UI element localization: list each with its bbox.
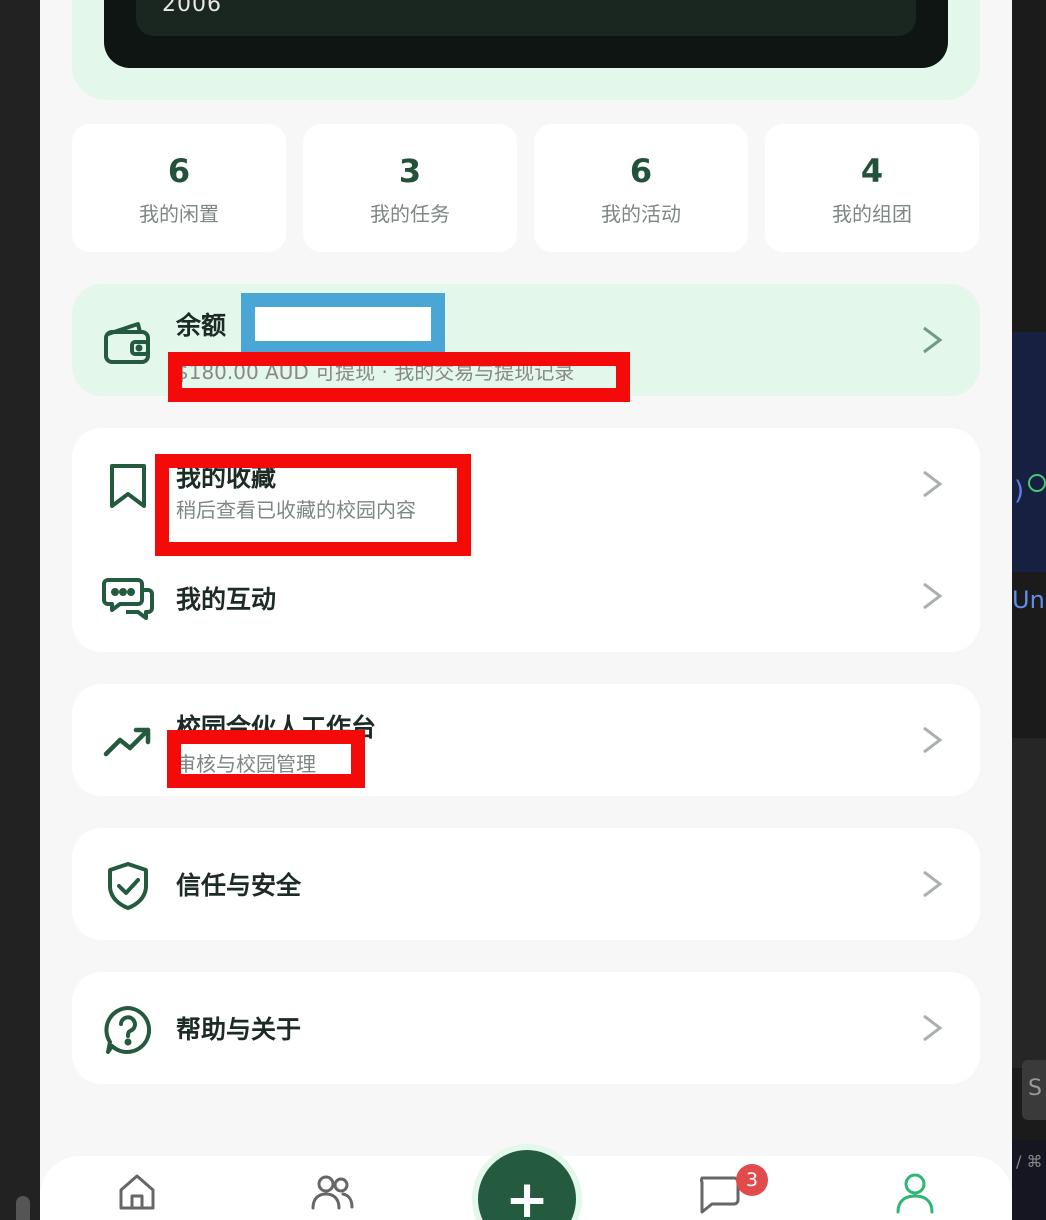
help-row[interactable]: 帮助与关于 [72,972,980,1084]
message-badge: 3 [736,1164,768,1196]
home-icon[interactable] [115,1170,159,1214]
interactions-row[interactable]: 我的互动 [72,540,980,652]
chevron-right-icon [918,578,946,614]
chevron-right-icon [918,866,946,902]
stat-label: 我的组团 [832,202,912,226]
help-circle-icon [102,1004,154,1056]
redaction-box [155,454,471,556]
student-card-year: 2006 [162,0,222,17]
help-title: 帮助与关于 [176,1015,302,1044]
background-paren: ) [1014,476,1025,506]
trust-row[interactable]: 信任与安全 [72,828,980,940]
redaction-box [167,730,365,788]
stat-tasks[interactable]: 3 我的任务 [303,124,517,252]
stat-idle-items[interactable]: 6 我的闲置 [72,124,286,252]
stat-label: 我的活动 [601,202,681,226]
background-check-icon [1028,474,1046,492]
stat-label: 我的闲置 [139,202,219,226]
background-button: S [1022,1060,1046,1120]
chevron-right-icon [918,322,946,358]
phone-screen: 2006 6 我的闲置 3 我的任务 6 我的活动 4 我的组团 余额 $180… [40,0,1012,1220]
stat-value: 6 [629,152,653,190]
stat-label: 我的任务 [370,202,450,226]
stat-groups[interactable]: 4 我的组团 [765,124,979,252]
stat-value: 4 [860,152,884,190]
stat-activities[interactable]: 6 我的活动 [534,124,748,252]
chat-bubbles-icon [102,572,154,624]
background-window: ) Unre S / ⌘ [1012,0,1046,1220]
student-card-inner [136,0,916,36]
people-icon[interactable] [310,1170,354,1214]
background-scroll-thumb [16,1196,30,1220]
stats-row: 6 我的闲置 3 我的任务 6 我的活动 4 我的组团 [72,124,980,252]
trust-card: 信任与安全 [72,828,980,940]
shield-check-icon [102,860,154,912]
background-panel [1012,332,1046,572]
stat-value: 6 [167,152,191,190]
stat-value: 3 [398,152,422,190]
background-text: Unre [1012,586,1046,614]
help-card: 帮助与关于 [72,972,980,1084]
profile-icon[interactable] [893,1170,937,1214]
chevron-right-icon [918,722,946,758]
chevron-right-icon [918,466,946,502]
redaction-box [241,293,445,355]
trust-title: 信任与安全 [176,871,302,900]
background-left-strip [0,0,40,1220]
message-icon[interactable] [696,1170,740,1214]
chevron-right-icon [918,1010,946,1046]
background-footer: / ⌘ [1012,1140,1046,1220]
trending-up-icon [102,716,154,768]
bookmark-icon [102,460,154,512]
redaction-box [168,352,630,402]
wallet-icon [102,316,154,368]
interactions-title: 我的互动 [176,585,277,614]
balance-title: 余额 [176,311,227,340]
background-grey-panel [1012,738,1046,1068]
